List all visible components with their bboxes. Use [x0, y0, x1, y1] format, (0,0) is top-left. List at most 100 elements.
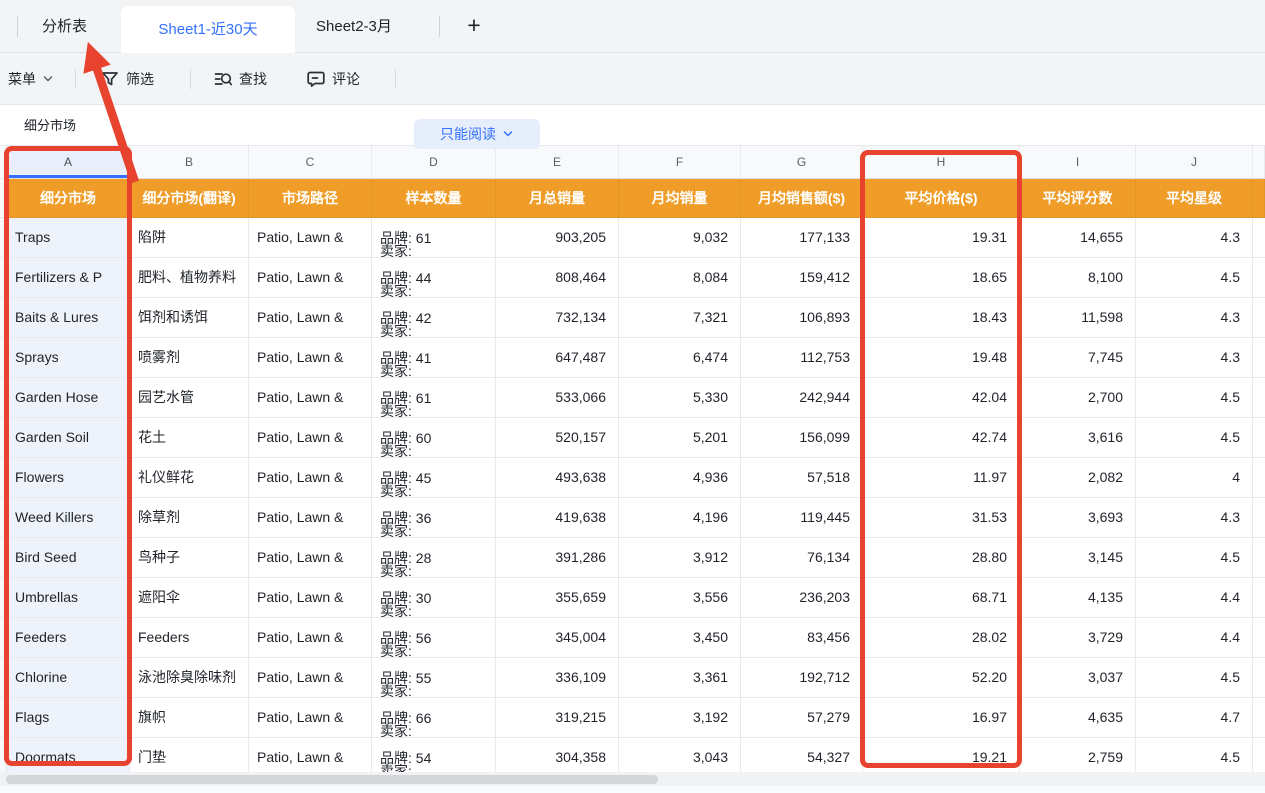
- cell-A-10[interactable]: Umbrellas: [7, 578, 130, 618]
- cell-E-12[interactable]: 336,109: [496, 658, 619, 698]
- cell-H-13[interactable]: 16.97: [863, 698, 1020, 738]
- cell-C-1[interactable]: Patio, Lawn &: [249, 218, 372, 258]
- cell-A-9[interactable]: Bird Seed: [7, 538, 130, 578]
- table-header-cell[interactable]: 平均价格($): [863, 179, 1020, 218]
- cell-sample-3[interactable]: 品牌: 42卖家:: [372, 298, 496, 338]
- cell-B-7[interactable]: 礼仪鲜花: [130, 458, 249, 498]
- cell-H-12[interactable]: 52.20: [863, 658, 1020, 698]
- cell-sample-12[interactable]: 品牌: 55卖家:: [372, 658, 496, 698]
- cell-E-13[interactable]: 319,215: [496, 698, 619, 738]
- cell-C-7[interactable]: Patio, Lawn &: [249, 458, 372, 498]
- cell-clipped[interactable]: [1253, 338, 1265, 378]
- table-header-cell[interactable]: 平均星级: [1136, 179, 1253, 218]
- cell-C-6[interactable]: Patio, Lawn &: [249, 418, 372, 458]
- cell-G-10[interactable]: 236,203: [741, 578, 863, 618]
- cell-E-10[interactable]: 355,659: [496, 578, 619, 618]
- cell-I-14[interactable]: 2,759: [1020, 738, 1136, 772]
- cell-I-12[interactable]: 3,037: [1020, 658, 1136, 698]
- comment-button[interactable]: 评论: [306, 53, 360, 105]
- cell-E-6[interactable]: 520,157: [496, 418, 619, 458]
- column-header-D[interactable]: D: [372, 146, 496, 179]
- cell-B-5[interactable]: 园艺水管: [130, 378, 249, 418]
- column-header-A[interactable]: A: [7, 146, 130, 179]
- table-header-cell[interactable]: 细分市场: [7, 179, 130, 218]
- readonly-mode-dropdown[interactable]: 只能阅读: [414, 119, 540, 149]
- cell-A-4[interactable]: Sprays: [7, 338, 130, 378]
- cell-A-5[interactable]: Garden Hose: [7, 378, 130, 418]
- cell-J-7[interactable]: 4: [1136, 458, 1253, 498]
- cell-C-11[interactable]: Patio, Lawn &: [249, 618, 372, 658]
- cell-C-4[interactable]: Patio, Lawn &: [249, 338, 372, 378]
- cell-C-12[interactable]: Patio, Lawn &: [249, 658, 372, 698]
- cell-clipped[interactable]: [1253, 458, 1265, 498]
- cell-B-4[interactable]: 喷雾剂: [130, 338, 249, 378]
- cell-clipped[interactable]: [1253, 498, 1265, 538]
- cell-H-8[interactable]: 31.53: [863, 498, 1020, 538]
- cell-clipped[interactable]: [1253, 378, 1265, 418]
- cell-F-10[interactable]: 3,556: [619, 578, 741, 618]
- cell-sample-7[interactable]: 品牌: 45卖家:: [372, 458, 496, 498]
- cell-G-14[interactable]: 54,327: [741, 738, 863, 772]
- cell-J-2[interactable]: 4.5: [1136, 258, 1253, 298]
- cell-clipped[interactable]: [1253, 418, 1265, 458]
- cell-G-5[interactable]: 242,944: [741, 378, 863, 418]
- cell-F-7[interactable]: 4,936: [619, 458, 741, 498]
- cell-F-13[interactable]: 3,192: [619, 698, 741, 738]
- cell-J-11[interactable]: 4.4: [1136, 618, 1253, 658]
- cell-clipped[interactable]: [1253, 738, 1265, 772]
- cell-clipped[interactable]: [1253, 538, 1265, 578]
- cell-F-11[interactable]: 3,450: [619, 618, 741, 658]
- cell-G-12[interactable]: 192,712: [741, 658, 863, 698]
- cell-B-2[interactable]: 肥料、植物养料: [130, 258, 249, 298]
- cell-clipped[interactable]: [1253, 218, 1265, 258]
- cell-F-8[interactable]: 4,196: [619, 498, 741, 538]
- table-header-cell-clipped[interactable]: [1253, 179, 1265, 218]
- cell-I-5[interactable]: 2,700: [1020, 378, 1136, 418]
- cell-B-10[interactable]: 遮阳伞: [130, 578, 249, 618]
- cell-I-4[interactable]: 7,745: [1020, 338, 1136, 378]
- filter-button[interactable]: 筛选: [100, 53, 154, 105]
- cell-J-9[interactable]: 4.5: [1136, 538, 1253, 578]
- cell-A-1[interactable]: Traps: [7, 218, 130, 258]
- cell-F-2[interactable]: 8,084: [619, 258, 741, 298]
- table-header-cell[interactable]: 月均销售额($): [741, 179, 863, 218]
- cell-J-8[interactable]: 4.3: [1136, 498, 1253, 538]
- cell-F-14[interactable]: 3,043: [619, 738, 741, 772]
- cell-clipped[interactable]: [1253, 298, 1265, 338]
- table-header-cell[interactable]: 平均评分数: [1020, 179, 1136, 218]
- cell-J-3[interactable]: 4.3: [1136, 298, 1253, 338]
- cell-G-6[interactable]: 156,099: [741, 418, 863, 458]
- cell-H-14[interactable]: 19.21: [863, 738, 1020, 772]
- column-header-C[interactable]: C: [249, 146, 372, 179]
- cell-E-9[interactable]: 391,286: [496, 538, 619, 578]
- cell-A-12[interactable]: Chlorine: [7, 658, 130, 698]
- column-header-H[interactable]: H: [863, 146, 1020, 179]
- cell-F-4[interactable]: 6,474: [619, 338, 741, 378]
- cell-sample-11[interactable]: 品牌: 56卖家:: [372, 618, 496, 658]
- cell-H-6[interactable]: 42.74: [863, 418, 1020, 458]
- cell-A-2[interactable]: Fertilizers & P: [7, 258, 130, 298]
- cell-G-3[interactable]: 106,893: [741, 298, 863, 338]
- cell-C-5[interactable]: Patio, Lawn &: [249, 378, 372, 418]
- cell-J-14[interactable]: 4.5: [1136, 738, 1253, 772]
- horizontal-scrollbar-thumb[interactable]: [6, 775, 658, 784]
- cell-J-4[interactable]: 4.3: [1136, 338, 1253, 378]
- table-header-cell[interactable]: 月均销量: [619, 179, 741, 218]
- cell-E-5[interactable]: 533,066: [496, 378, 619, 418]
- cell-C-10[interactable]: Patio, Lawn &: [249, 578, 372, 618]
- cell-G-2[interactable]: 159,412: [741, 258, 863, 298]
- cell-I-7[interactable]: 2,082: [1020, 458, 1136, 498]
- cell-I-3[interactable]: 11,598: [1020, 298, 1136, 338]
- cell-B-8[interactable]: 除草剂: [130, 498, 249, 538]
- tab-sheet2[interactable]: Sheet2-3月: [316, 0, 392, 53]
- cell-E-8[interactable]: 419,638: [496, 498, 619, 538]
- table-header-cell[interactable]: 月总销量: [496, 179, 619, 218]
- cell-clipped[interactable]: [1253, 618, 1265, 658]
- cell-G-4[interactable]: 112,753: [741, 338, 863, 378]
- cell-J-12[interactable]: 4.5: [1136, 658, 1253, 698]
- column-header-B[interactable]: B: [130, 146, 249, 179]
- cell-G-13[interactable]: 57,279: [741, 698, 863, 738]
- cell-A-3[interactable]: Baits & Lures: [7, 298, 130, 338]
- cell-sample-1[interactable]: 品牌: 61卖家:: [372, 218, 496, 258]
- cell-G-8[interactable]: 119,445: [741, 498, 863, 538]
